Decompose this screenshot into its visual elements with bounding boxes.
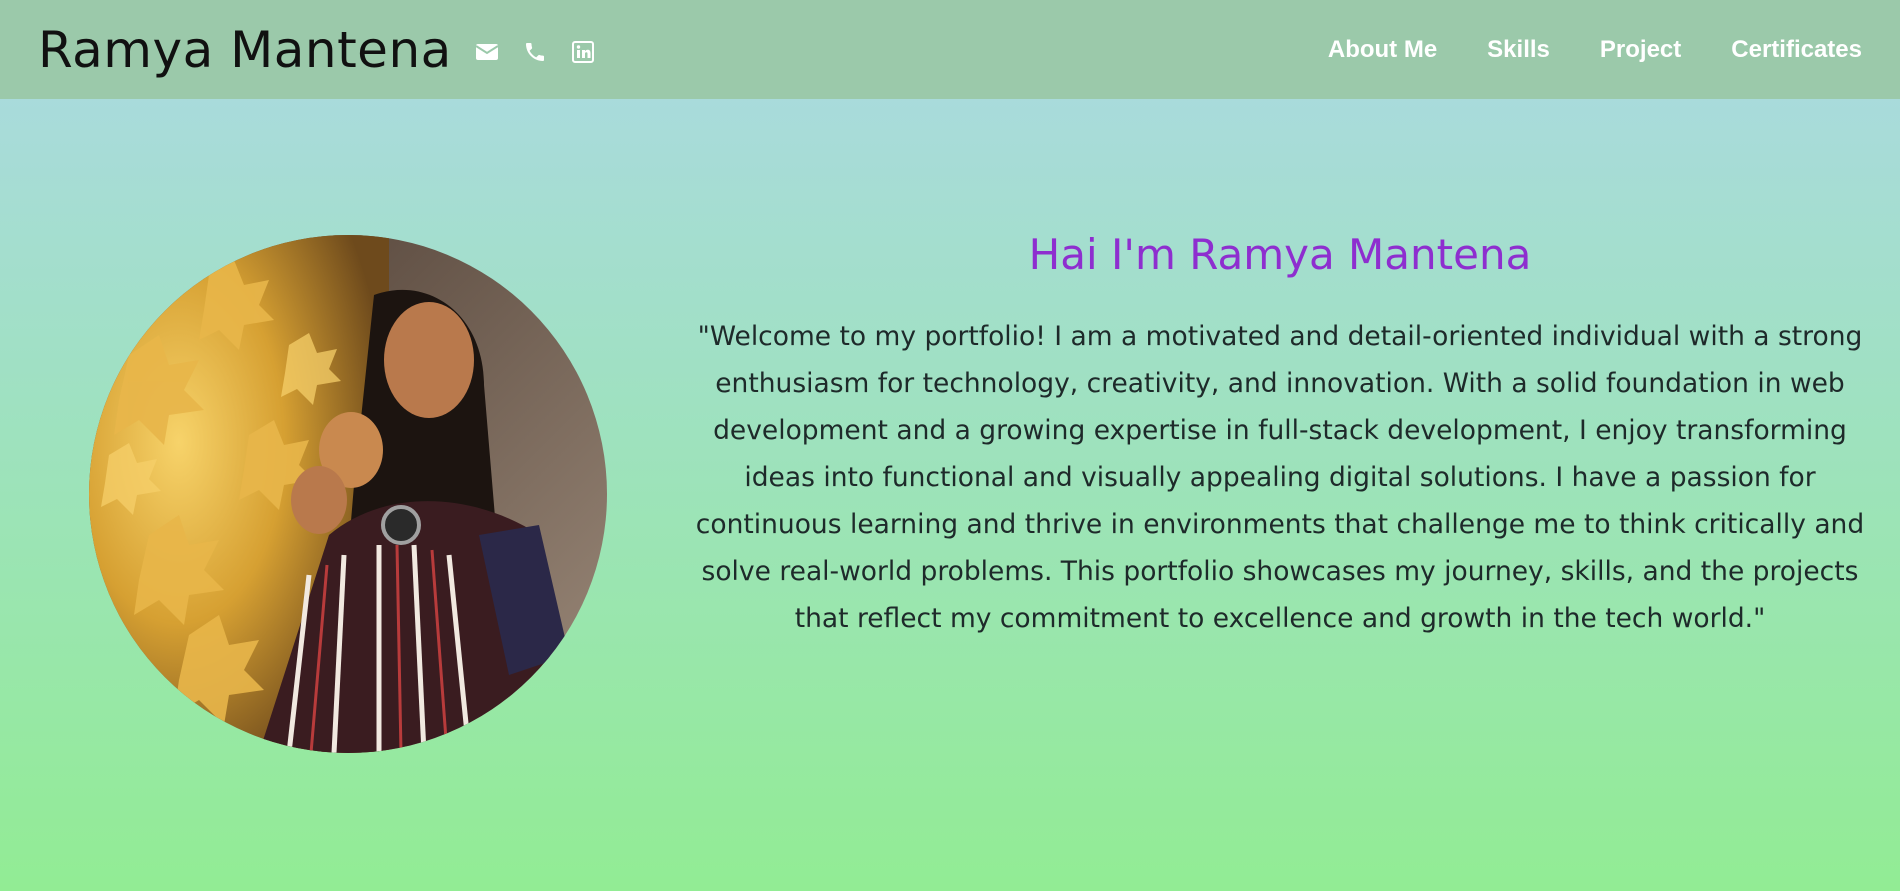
phone-icon[interactable] [522,39,548,65]
linkedin-glyph [571,40,594,63]
profile-photo-image [89,235,607,753]
phone-glyph [525,42,544,61]
envelope-icon[interactable] [474,39,500,65]
hero-intro: "Welcome to my portfolio! I am a motivat… [695,321,1865,634]
profile-photo [89,235,607,753]
contact-icons [474,39,596,65]
envelope-glyph [475,43,499,60]
nav-certificates[interactable]: Certificates [1731,36,1862,64]
nav-about-me[interactable]: About Me [1328,36,1437,64]
navbar: Ramya Mantena About Me Skills Project Ce… [0,0,1900,99]
linkedin-icon[interactable] [570,39,596,65]
hero-greeting: Hai I'm Ramya Mantena [1028,230,1532,279]
nav-project[interactable]: Project [1600,36,1681,64]
brand-name: Ramya Mantena [38,20,452,79]
nav-skills[interactable]: Skills [1487,36,1550,64]
hero-section: Hai I'm Ramya Mantena "Welcome to my por… [680,230,1880,642]
main-nav: About Me Skills Project Certificates [1328,36,1862,64]
